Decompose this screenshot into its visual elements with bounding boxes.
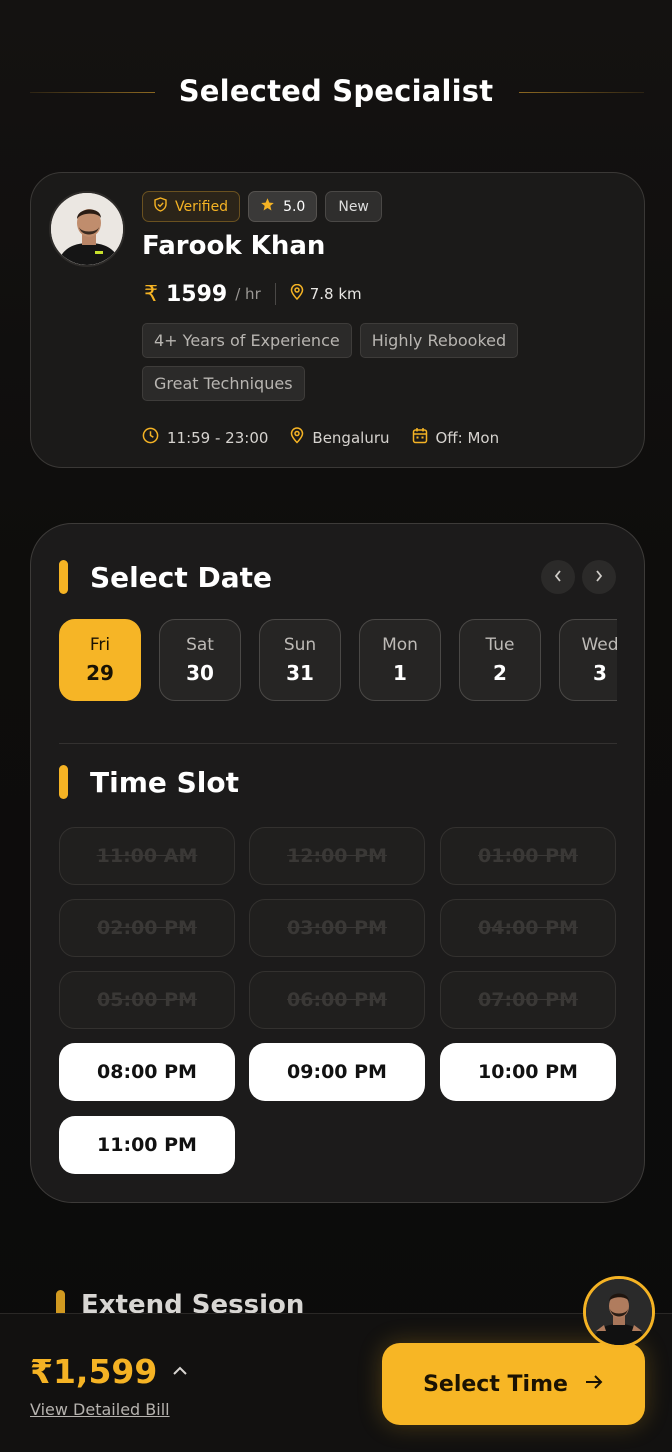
section-accent-bar: [59, 560, 68, 594]
price-unit: / hr: [235, 285, 261, 303]
time-slot-0400pm: 04:00 PM: [440, 899, 616, 957]
prev-dates-button[interactable]: [541, 560, 575, 594]
badge-row: Verified 5.0 New: [142, 191, 382, 222]
calendar-icon: [412, 427, 428, 448]
time-slot-title: Time Slot: [90, 765, 239, 799]
time-slot-1200pm: 12:00 PM: [249, 827, 425, 885]
city-text: Bengaluru: [312, 428, 390, 447]
next-dates-button[interactable]: [582, 560, 616, 594]
hours-info: 11:59 - 23:00: [142, 427, 268, 448]
tag-chip: Highly Rebooked: [359, 323, 519, 358]
tag-chip: Great Techniques: [142, 366, 305, 401]
off-day-info: Off: Mon: [412, 427, 500, 448]
date-number: 30: [186, 661, 214, 685]
map-pin-icon: [290, 427, 304, 448]
city-info: Bengaluru: [290, 427, 390, 448]
chevron-right-icon: [594, 568, 604, 587]
clock-icon: [142, 427, 159, 448]
total-price-toggle[interactable]: ₹1,599: [30, 1352, 189, 1391]
date-option-mon-1[interactable]: Mon 1: [359, 619, 441, 701]
hours-text: 11:59 - 23:00: [167, 428, 269, 447]
view-bill-link[interactable]: View Detailed Bill: [30, 1400, 170, 1419]
select-time-label: Select Time: [423, 1371, 568, 1397]
select-time-button[interactable]: Select Time: [382, 1343, 645, 1425]
time-slot-0700pm: 07:00 PM: [440, 971, 616, 1029]
price-row: ₹ 1599 / hr 7.8 km: [144, 279, 362, 309]
total-amount: ₹1,599: [30, 1352, 158, 1391]
verified-badge: Verified: [142, 191, 241, 222]
date-option-tue-2[interactable]: Tue 2: [459, 619, 541, 701]
date-weekday: Tue: [485, 635, 515, 655]
checkout-bar: ₹1,599 View Detailed Bill Select Time: [0, 1313, 672, 1452]
date-option-fri-29[interactable]: Fri 29: [59, 619, 141, 701]
distance: 7.8 km: [309, 285, 362, 303]
off-day-text: Off: Mon: [435, 428, 500, 447]
date-number: 2: [493, 661, 507, 685]
date-option-wed-3[interactable]: Wed 3: [559, 619, 617, 701]
shield-check-icon: [154, 197, 167, 216]
arrow-right-icon: [584, 1374, 604, 1394]
date-weekday: Sat: [186, 635, 214, 655]
booking-panel: Select Date Fri 29 Sat 30 Sun 31 Mon 1 T…: [30, 523, 645, 1203]
time-slot-header: Time Slot: [59, 765, 239, 799]
tag-chip: 4+ Years of Experience: [142, 323, 352, 358]
select-date-header: Select Date: [59, 560, 272, 594]
specialist-name: Farook Khan: [142, 231, 326, 261]
rupee-icon: ₹: [144, 281, 158, 307]
date-option-sat-30[interactable]: Sat 30: [159, 619, 241, 701]
date-weekday: Fri: [89, 635, 111, 655]
time-slot-0600pm: 06:00 PM: [249, 971, 425, 1029]
date-weekday: Mon: [382, 635, 418, 655]
time-slot-0800pm[interactable]: 08:00 PM: [59, 1043, 235, 1101]
chevron-up-icon: [171, 1362, 189, 1381]
time-slot-0300pm: 03:00 PM: [249, 899, 425, 957]
time-slot-1000pm[interactable]: 10:00 PM: [440, 1043, 616, 1101]
page-title: Selected Specialist: [178, 74, 494, 108]
time-slot-1100pm[interactable]: 11:00 PM: [59, 1116, 235, 1174]
tag-list: 4+ Years of Experience Highly Rebooked G…: [142, 323, 582, 401]
time-slot-1100am: 11:00 AM: [59, 827, 235, 885]
time-slot-0200pm: 02:00 PM: [59, 899, 235, 957]
date-number: 31: [286, 661, 314, 685]
header-divider-right: [519, 92, 644, 93]
header: Selected Specialist: [0, 70, 672, 114]
section-divider: [59, 743, 617, 744]
date-number: 29: [86, 661, 114, 685]
map-pin-icon: [290, 283, 304, 304]
time-slot-0900pm[interactable]: 09:00 PM: [249, 1043, 425, 1101]
select-date-title: Select Date: [90, 560, 272, 594]
date-weekday: Sun: [283, 635, 317, 655]
booking-screen: Selected Specialist Verified 5.0 New Far…: [0, 0, 672, 1452]
section-accent-bar: [59, 765, 68, 799]
time-slot-0500pm: 05:00 PM: [59, 971, 235, 1029]
assistant-avatar-button[interactable]: [583, 1276, 655, 1348]
specialist-avatar: [49, 191, 125, 267]
chevron-left-icon: [553, 568, 563, 587]
date-number: 1: [393, 661, 407, 685]
date-option-sun-31[interactable]: Sun 31: [259, 619, 341, 701]
specialist-card[interactable]: Verified 5.0 New Farook Khan ₹ 1599 / hr…: [30, 172, 645, 468]
info-row: 11:59 - 23:00 Bengaluru Off: Mon: [142, 427, 499, 448]
price-amount: 1599: [166, 281, 228, 307]
date-weekday: Wed: [581, 635, 617, 655]
date-strip[interactable]: Fri 29 Sat 30 Sun 31 Mon 1 Tue 2 Wed 3: [59, 619, 617, 703]
rating-value: 5.0: [283, 198, 306, 215]
date-number: 3: [593, 661, 607, 685]
verified-label: Verified: [175, 198, 229, 215]
rating-badge: 5.0: [248, 191, 318, 222]
time-slot-0100pm: 01:00 PM: [440, 827, 616, 885]
star-icon: [260, 197, 275, 216]
new-badge: New: [325, 191, 382, 222]
price-divider: [274, 283, 276, 305]
